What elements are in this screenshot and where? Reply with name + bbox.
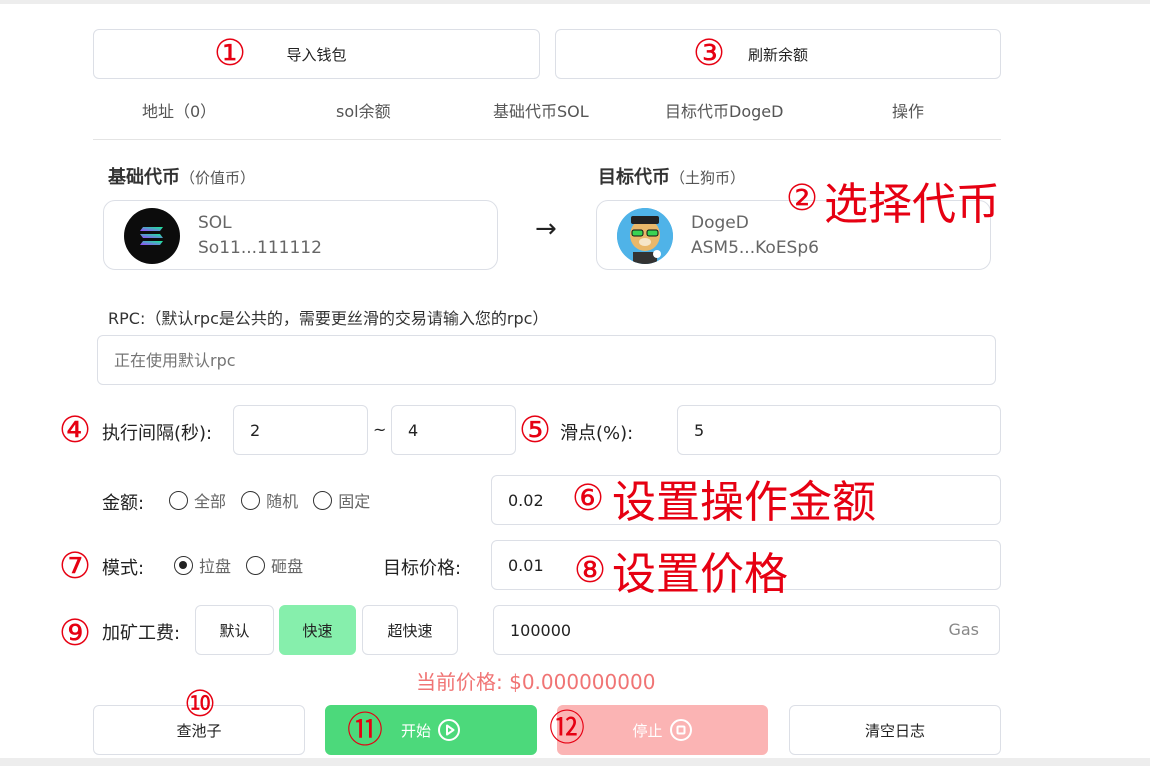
sol-logo-icon bbox=[124, 208, 180, 264]
annotation-8: ⑧ bbox=[573, 549, 607, 591]
interval-min-input[interactable]: 2 bbox=[233, 405, 368, 455]
start-label: 开始 bbox=[400, 721, 431, 740]
amount-all-label[interactable]: 全部 bbox=[194, 492, 226, 511]
amount-random-radio[interactable] bbox=[241, 490, 261, 510]
annotation-7: ⑦ bbox=[58, 545, 92, 587]
interval-max-input[interactable]: 4 bbox=[391, 405, 516, 455]
import-wallet-button[interactable]: 导入钱包 bbox=[93, 29, 540, 79]
fee-ultra-fast-button[interactable]: 超快速 bbox=[362, 605, 458, 655]
annotation-5: ⑤ bbox=[518, 409, 552, 451]
header-actions: 操作 bbox=[892, 102, 925, 121]
target-price-label: 目标价格: bbox=[383, 558, 462, 579]
rpc-input[interactable] bbox=[98, 336, 995, 384]
stop-button[interactable]: 停止 bbox=[557, 705, 768, 755]
swap-arrow-icon: → bbox=[535, 214, 557, 244]
target-token-subtitle: （土狗币） bbox=[670, 169, 746, 187]
import-wallet-label: 导入钱包 bbox=[286, 45, 347, 64]
base-token-heading: 基础代币（价值币） bbox=[108, 163, 255, 189]
rpc-label: RPC:（默认rpc是公共的，需要更丝滑的交易请输入您的rpc） bbox=[108, 309, 549, 328]
amount-options: 全部 随机 固定 bbox=[169, 488, 380, 512]
annotation-set-amount-text: 设置操作金额 bbox=[612, 477, 876, 528]
interval-label: 执行间隔(秒): bbox=[102, 423, 213, 444]
amount-all-radio[interactable] bbox=[169, 490, 188, 510]
fee-fast-button[interactable]: 快速 bbox=[279, 605, 356, 655]
mode-pump-radio[interactable] bbox=[174, 555, 193, 575]
annotation-9: ⑨ bbox=[58, 612, 92, 654]
header-sol-balance: sol余额 bbox=[336, 102, 391, 121]
gas-input[interactable]: 100000 Gas bbox=[493, 605, 1000, 655]
annotation-6: ⑥ bbox=[571, 477, 605, 519]
annotation-4: ④ bbox=[58, 409, 92, 451]
fee-ultra-fast-label: 超快速 bbox=[387, 621, 433, 640]
base-token-name: SOL bbox=[198, 213, 232, 233]
table-divider bbox=[93, 139, 1001, 140]
annotation-12: ⑫ bbox=[549, 708, 586, 749]
gas-unit: Gas bbox=[948, 620, 979, 639]
fee-label: 加矿工费: bbox=[102, 623, 181, 644]
amount-fixed-label[interactable]: 固定 bbox=[338, 492, 370, 511]
amount-random-label[interactable]: 随机 bbox=[266, 492, 298, 511]
annotation-3: ③ bbox=[692, 32, 726, 74]
fee-default-label: 默认 bbox=[219, 621, 250, 640]
top-edge bbox=[0, 0, 1150, 4]
bottom-edge bbox=[0, 758, 1150, 766]
base-token-title: 基础代币 bbox=[108, 167, 180, 188]
slippage-label: 滑点(%): bbox=[560, 423, 634, 444]
mode-dump-radio[interactable] bbox=[246, 555, 266, 575]
annotation-10: ⑩ bbox=[183, 683, 217, 725]
doged-logo-icon bbox=[617, 208, 673, 264]
annotation-1: ① bbox=[213, 32, 247, 74]
header-base-token: 基础代币SOL bbox=[493, 102, 589, 121]
play-icon bbox=[437, 718, 461, 742]
target-token-address: ASM5...KoESp6 bbox=[691, 238, 819, 258]
refresh-balance-button[interactable]: 刷新余额 bbox=[555, 29, 1001, 79]
fee-fast-label: 快速 bbox=[302, 621, 333, 640]
rpc-input-wrap[interactable] bbox=[97, 335, 996, 385]
amount-fixed-radio[interactable] bbox=[313, 490, 333, 510]
refresh-balance-label: 刷新余额 bbox=[747, 45, 808, 64]
slippage-input[interactable]: 5 bbox=[677, 405, 1001, 455]
header-target-token: 目标代币DogeD bbox=[665, 102, 784, 121]
current-price: 当前价格: $0.000000000 bbox=[416, 670, 656, 694]
annotation-set-price-text: 设置价格 bbox=[612, 549, 788, 600]
target-token-title: 目标代币 bbox=[598, 167, 670, 188]
mode-options: 拉盘 砸盘 bbox=[174, 553, 313, 577]
clear-log-button[interactable]: 清空日志 bbox=[789, 705, 1001, 755]
target-token-heading: 目标代币（土狗币） bbox=[598, 163, 745, 189]
interval-separator: ~ bbox=[373, 420, 387, 439]
annotation-2: ② bbox=[785, 177, 819, 219]
base-token-subtitle: （价值币） bbox=[180, 169, 256, 187]
fee-default-button[interactable]: 默认 bbox=[195, 605, 274, 655]
annotation-select-token-text: 选择代币 bbox=[824, 179, 1000, 230]
amount-label: 金额: bbox=[102, 493, 145, 514]
stop-label: 停止 bbox=[632, 721, 663, 740]
target-token-name: DogeD bbox=[691, 213, 749, 233]
gas-value: 100000 bbox=[510, 620, 572, 640]
mode-label: 模式: bbox=[102, 558, 145, 579]
header-address: 地址（0） bbox=[142, 102, 217, 121]
stop-icon bbox=[669, 718, 693, 742]
clear-log-label: 清空日志 bbox=[864, 721, 925, 740]
base-token-address: So11...111112 bbox=[198, 238, 322, 258]
base-token-selector[interactable]: SOL So11...111112 bbox=[103, 200, 498, 270]
mode-dump-label[interactable]: 砸盘 bbox=[271, 557, 303, 576]
mode-pump-label[interactable]: 拉盘 bbox=[199, 557, 231, 576]
annotation-11: ⑪ bbox=[347, 710, 384, 751]
